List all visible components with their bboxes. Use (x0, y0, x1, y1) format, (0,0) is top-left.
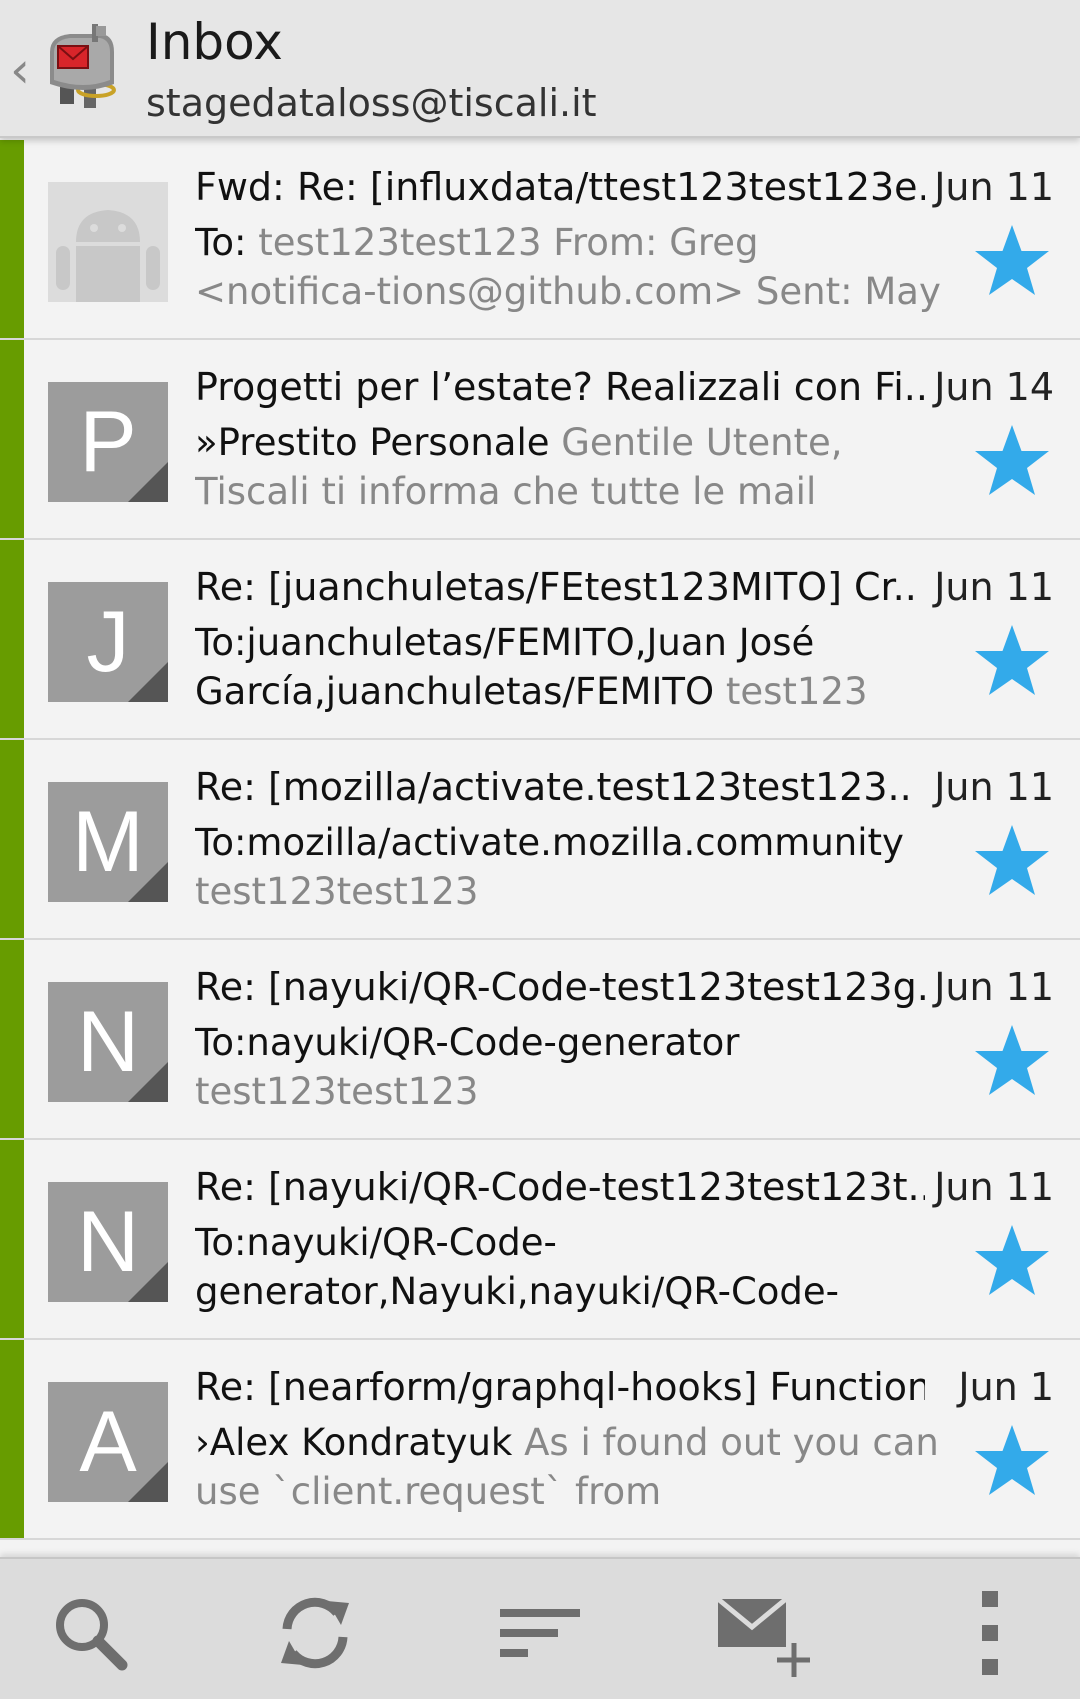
star-icon[interactable] (972, 423, 1052, 499)
star-icon[interactable] (972, 823, 1052, 899)
message-preview: »Prestito Personale Gentile Utente, Tisc… (195, 418, 950, 518)
app-logo-mailbox-icon[interactable] (44, 22, 124, 112)
message-subject: Re: [mozilla/activate.test123test123.. (195, 765, 912, 809)
message-sender: »Prestito Personale (195, 421, 562, 464)
message-list[interactable]: Fwd: Re: [influxdata/ttest123test123e.. … (0, 140, 1080, 1555)
star-icon[interactable] (972, 1223, 1052, 1299)
message-subject: Fwd: Re: [influxdata/ttest123test123e.. (195, 165, 925, 209)
message-date: Jun 11 (934, 1165, 1054, 1209)
search-icon (56, 1599, 128, 1671)
message-row[interactable]: N Re: [nayuki/QR-Code-test123test123g.. … (0, 940, 1080, 1140)
message-row[interactable]: Fwd: Re: [influxdata/ttest123test123e.. … (0, 140, 1080, 340)
message-preview: To:mozilla/activate.mozilla.community te… (195, 818, 950, 918)
refresh-icon (281, 1597, 349, 1669)
message-snippet: test123test123 From: Greg <notifica-tion… (195, 221, 941, 313)
message-date: Jun 11 (934, 565, 1054, 609)
unread-indicator (0, 1340, 24, 1538)
overflow-menu-button[interactable] (940, 1583, 1040, 1683)
unread-indicator (0, 940, 24, 1138)
sort-icon (500, 1609, 580, 1657)
message-row[interactable]: P Progetti per l’estate? Realizzali con … (0, 340, 1080, 540)
star-icon[interactable] (972, 623, 1052, 699)
message-sender: ›Alex Kondratyuk (195, 1421, 525, 1464)
compose-icon (716, 1597, 811, 1677)
message-row[interactable]: N Re: [nayuki/QR-Code-test123test123t.. … (0, 1140, 1080, 1340)
message-preview: To:juanchuletas/FEMITO,Juan José García,… (195, 618, 950, 718)
bottom-toolbar (0, 1557, 1080, 1699)
contact-avatar[interactable]: A (48, 1382, 168, 1502)
star-icon[interactable] (972, 1423, 1052, 1499)
message-sender: To:mozilla/activate.mozilla.community (195, 821, 904, 864)
message-subject: Re: [juanchuletas/FEtest123MITO] Cr.. (195, 565, 917, 609)
message-subject: Re: [nayuki/QR-Code-test123test123t.. (195, 1165, 925, 1209)
message-date: Jun 1 (958, 1365, 1054, 1409)
message-preview: To:nayuki/QR-Code-generator,Nayuki,nayuk… (195, 1218, 950, 1318)
chevron-left-icon[interactable]: ‹ (10, 40, 40, 100)
sort-button[interactable] (490, 1583, 590, 1683)
message-snippet: test123test123 (195, 1070, 479, 1113)
action-bar: ‹ Inbox stagedataloss@tiscali.it (0, 0, 1080, 138)
message-preview: To: test123test123 From: Greg <notifica-… (195, 218, 950, 318)
message-sender: To:juanchuletas/FEMITO,Juan José García,… (195, 621, 815, 713)
message-date: Jun 11 (934, 765, 1054, 809)
message-sender: To:nayuki/QR-Code-generator (195, 1021, 740, 1064)
unread-indicator (0, 340, 24, 538)
page-title: Inbox (146, 13, 283, 71)
message-date: Jun 14 (934, 365, 1054, 409)
android-avatar-icon[interactable] (48, 182, 168, 302)
message-date: Jun 11 (934, 165, 1054, 209)
message-subject: Re: [nearform/graphql-hooks] Function.. (195, 1365, 925, 1409)
overflow-menu-icon (982, 1591, 998, 1675)
star-icon[interactable] (972, 1023, 1052, 1099)
message-preview: ›Alex Kondratyuk As i found out you can … (195, 1418, 950, 1518)
unread-indicator (0, 540, 24, 738)
unread-indicator (0, 740, 24, 938)
search-button[interactable] (40, 1583, 140, 1683)
message-sender: To:nayuki/QR-Code-generator,Nayuki,nayuk… (195, 1221, 840, 1313)
message-row[interactable]: J Re: [juanchuletas/FEtest123MITO] Cr.. … (0, 540, 1080, 740)
message-sender: To: (195, 221, 259, 264)
message-snippet: test123 (725, 670, 868, 713)
message-subject: Re: [nayuki/QR-Code-test123test123g.. (195, 965, 925, 1009)
contact-avatar[interactable]: N (48, 1182, 168, 1302)
contact-avatar[interactable]: N (48, 982, 168, 1102)
message-row[interactable]: A Re: [nearform/graphql-hooks] Function.… (0, 1340, 1080, 1540)
contact-avatar[interactable]: M (48, 782, 168, 902)
star-icon[interactable] (972, 223, 1052, 299)
refresh-button[interactable] (265, 1583, 365, 1683)
compose-button[interactable] (710, 1583, 811, 1683)
message-subject: Progetti per l’estate? Realizzali con Fi… (195, 365, 925, 409)
contact-avatar[interactable]: P (48, 382, 168, 502)
message-preview: To:nayuki/QR-Code-generator test123test1… (195, 1018, 950, 1118)
account-email: stagedataloss@tiscali.it (146, 81, 597, 125)
unread-indicator (0, 1140, 24, 1338)
message-date: Jun 11 (934, 965, 1054, 1009)
message-snippet: test123test123 (195, 870, 479, 913)
message-row[interactable]: M Re: [mozilla/activate.test123test123..… (0, 740, 1080, 940)
unread-indicator (0, 140, 24, 338)
contact-avatar[interactable]: J (48, 582, 168, 702)
